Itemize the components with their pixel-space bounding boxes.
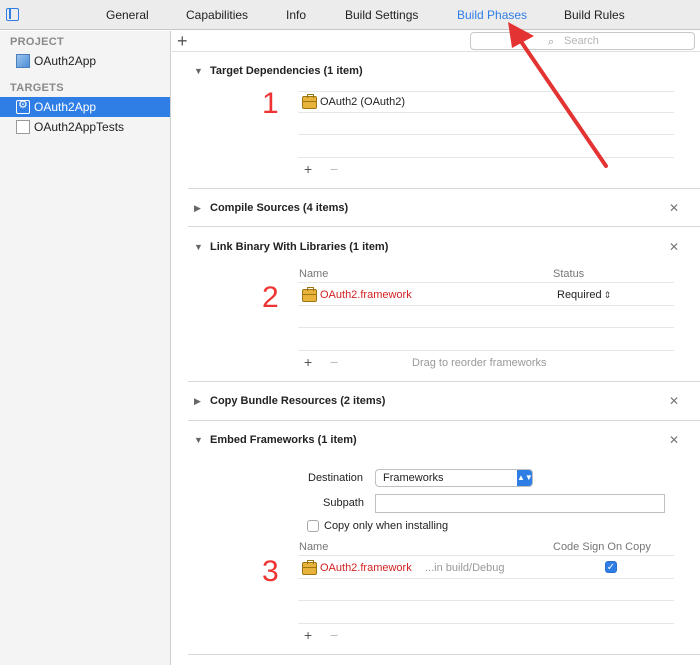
close-icon[interactable]: ✕ <box>669 394 679 408</box>
disclosure-expanded-icon[interactable]: ▼ <box>194 66 203 76</box>
divider <box>298 157 674 158</box>
target-icon <box>302 94 317 109</box>
dependency-item[interactable]: OAuth2 (OAuth2) <box>320 96 405 108</box>
divider <box>298 112 674 113</box>
add-embed-button[interactable]: + <box>304 627 312 643</box>
divider <box>298 327 674 328</box>
destination-label: Destination <box>308 472 364 484</box>
close-icon[interactable]: ✕ <box>669 201 679 215</box>
column-header-name: Name <box>299 541 329 553</box>
tab-build-settings[interactable]: Build Settings <box>345 8 418 22</box>
sidebar-item-label: OAuth2App <box>34 54 97 68</box>
status-select[interactable]: Required ⇕ <box>557 289 611 301</box>
divider <box>188 188 700 189</box>
tab-bar: General Capabilities Info Build Settings… <box>0 0 700 30</box>
annotation-number: 1 <box>262 87 279 120</box>
divider <box>298 623 674 624</box>
tab-build-phases[interactable]: Build Phases <box>457 8 527 22</box>
sidebar-item-label: OAuth2App <box>34 100 97 114</box>
subpath-input[interactable] <box>375 494 665 513</box>
divider <box>188 381 700 382</box>
close-icon[interactable]: ✕ <box>669 240 679 254</box>
targets-header: TARGETS <box>10 82 64 94</box>
phase-copy-bundle[interactable]: Copy Bundle Resources (2 items) <box>210 395 385 407</box>
phase-compile-sources[interactable]: Compile Sources (4 items) <box>210 202 348 214</box>
add-framework-button[interactable]: + <box>304 354 312 370</box>
subpath-label: Subpath <box>323 497 364 509</box>
destination-value: Frameworks <box>383 472 444 484</box>
framework-name[interactable]: OAuth2.framework <box>320 562 412 574</box>
disclosure-expanded-icon[interactable]: ▼ <box>194 435 203 445</box>
framework-icon <box>302 287 317 302</box>
add-phase-button[interactable]: + <box>177 32 188 50</box>
divider <box>188 654 700 655</box>
status-value: Required <box>557 289 602 301</box>
copy-only-checkbox[interactable] <box>307 520 319 532</box>
divider <box>172 51 700 52</box>
divider <box>298 555 674 556</box>
divider <box>298 134 674 135</box>
annotation-number: 3 <box>262 555 279 588</box>
tab-general[interactable]: General <box>106 8 149 22</box>
framework-icon <box>302 560 317 575</box>
build-phases-panel: + ⌕ Search ▼ Target Dependencies (1 item… <box>172 31 700 665</box>
search-placeholder: Search <box>564 35 599 47</box>
copy-only-label: Copy only when installing <box>324 520 449 532</box>
project-header: PROJECT <box>10 36 65 48</box>
sidebar-item-project[interactable]: OAuth2App <box>0 51 170 71</box>
project-icon <box>16 54 30 68</box>
sidebar-toggle-icon[interactable] <box>6 8 19 21</box>
phase-link-binary[interactable]: Link Binary With Libraries (1 item) <box>210 241 388 253</box>
search-input[interactable]: ⌕ Search <box>470 32 695 50</box>
divider <box>298 91 674 92</box>
search-icon: ⌕ <box>548 36 555 48</box>
remove-framework-button[interactable]: − <box>330 354 338 370</box>
column-header-name: Name <box>299 268 329 280</box>
phase-target-dependencies[interactable]: Target Dependencies (1 item) <box>210 65 363 77</box>
divider <box>188 226 700 227</box>
remove-embed-button[interactable]: − <box>330 627 338 643</box>
reorder-hint: Drag to reorder frameworks <box>412 357 547 369</box>
destination-select[interactable]: Frameworks ▲▼ <box>375 469 533 487</box>
column-header-status: Status <box>553 268 585 280</box>
disclosure-collapsed-icon[interactable]: ▶ <box>194 203 201 214</box>
sidebar-item-label: OAuth2AppTests <box>34 120 125 134</box>
divider <box>298 282 674 283</box>
divider <box>298 350 674 351</box>
divider <box>298 578 674 579</box>
framework-path: ...in build/Debug <box>425 562 505 574</box>
tab-build-rules[interactable]: Build Rules <box>564 8 625 22</box>
tab-info[interactable]: Info <box>286 8 306 22</box>
sidebar-item-target-tests[interactable]: OAuth2AppTests <box>0 117 170 137</box>
close-icon[interactable]: ✕ <box>669 433 679 447</box>
test-bundle-icon <box>16 120 30 134</box>
framework-name[interactable]: OAuth2.framework <box>320 289 412 301</box>
divider <box>188 420 700 421</box>
divider <box>298 305 674 306</box>
phase-embed-frameworks[interactable]: Embed Frameworks (1 item) <box>210 434 357 446</box>
target-app-icon <box>16 98 30 114</box>
sidebar-item-target-app[interactable]: OAuth2App <box>0 97 170 117</box>
divider <box>298 600 674 601</box>
code-sign-checkbox[interactable]: ✓ <box>605 561 617 573</box>
tab-capabilities[interactable]: Capabilities <box>186 8 248 22</box>
sidebar: PROJECT OAuth2App TARGETS OAuth2App OAut… <box>0 31 171 665</box>
disclosure-collapsed-icon[interactable]: ▶ <box>194 396 201 407</box>
remove-dependency-button[interactable]: − <box>330 161 338 177</box>
annotation-number: 2 <box>262 281 279 314</box>
disclosure-expanded-icon[interactable]: ▼ <box>194 242 203 252</box>
add-dependency-button[interactable]: + <box>304 161 312 177</box>
column-header-codesign: Code Sign On Copy <box>553 541 651 553</box>
chevron-updown-icon: ▲▼ <box>517 470 533 486</box>
chevron-updown-icon: ⇕ <box>603 290 612 300</box>
